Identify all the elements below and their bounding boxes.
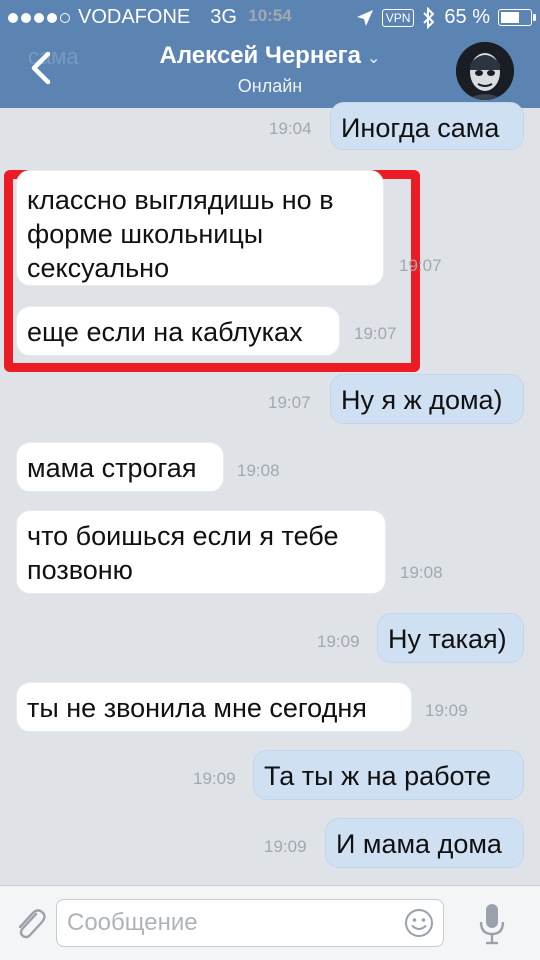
battery-icon	[498, 9, 536, 26]
location-arrow-icon	[356, 9, 373, 26]
avatar-image	[456, 42, 514, 100]
message-bubble-incoming[interactable]: ты не звонила мне сегодня	[16, 682, 412, 732]
message-text: классно выглядишь но в форме школьницы с…	[27, 185, 334, 283]
chat-header: VODAFONE 3G 10:54 VPN 65 % сама Алексей …	[0, 0, 540, 108]
message-text: Та ты ж на работе	[264, 761, 492, 791]
bluetooth-icon	[423, 6, 435, 29]
message-time: 19:07	[268, 393, 311, 412]
message-text: мама строгая	[27, 453, 197, 483]
emoji-button[interactable]	[403, 907, 435, 939]
message-bubble-outgoing[interactable]: Ну такая)	[377, 613, 524, 663]
smiley-icon	[405, 909, 433, 937]
message-input[interactable]	[57, 900, 387, 946]
status-bar: VODAFONE 3G 10:54 VPN 65 %	[0, 0, 540, 36]
chevron-down-icon: ⌄	[367, 50, 381, 67]
paperclip-icon	[18, 909, 46, 939]
message-bubble-incoming[interactable]: что боишься если я тебе позвоню	[16, 510, 386, 594]
message-time: 19:07	[354, 324, 397, 343]
message-bubble-outgoing[interactable]: Та ты ж на работе	[253, 750, 524, 800]
microphone-icon	[479, 904, 505, 945]
vpn-badge: VPN	[381, 8, 415, 27]
attach-button[interactable]	[12, 904, 48, 944]
message-text: что боишься если я тебе позвоню	[27, 521, 339, 585]
message-time: 19:09	[425, 701, 468, 720]
composer-bar	[0, 885, 540, 960]
message-bubble-outgoing[interactable]: И мама дома	[325, 818, 524, 868]
avatar[interactable]	[456, 42, 514, 100]
message-time: 19:09	[193, 769, 236, 788]
message-time: 19:07	[399, 256, 442, 275]
message-text: И мама дома	[336, 829, 502, 859]
message-time: 19:08	[237, 461, 280, 480]
message-text: еще если на каблуках	[27, 317, 303, 347]
message-time: 19:09	[317, 632, 360, 651]
message-list[interactable]: Иногда сама 19:04 классно выглядишь но в…	[0, 102, 540, 885]
message-text: ты не звонила мне сегодня	[27, 693, 367, 723]
message-bubble-incoming[interactable]: мама строгая	[16, 442, 224, 492]
voice-record-button[interactable]	[478, 902, 506, 946]
message-time: 19:08	[400, 563, 443, 582]
message-time: 19:04	[269, 119, 312, 138]
contact-name: Алексей Чернега	[159, 42, 362, 69]
message-bubble-outgoing[interactable]: Ну я ж дома)	[330, 374, 524, 424]
message-field[interactable]	[56, 899, 444, 947]
message-text: Ну такая)	[388, 624, 507, 654]
message-time: 19:09	[264, 837, 307, 856]
message-bubble-incoming[interactable]: классно выглядишь но в форме школьницы с…	[16, 170, 384, 286]
message-text: Ну я ж дома)	[341, 385, 503, 415]
battery-percent: 65 %	[444, 6, 490, 28]
message-text: Иногда сама	[341, 113, 500, 143]
message-bubble-incoming[interactable]: еще если на каблуках	[16, 306, 340, 356]
message-bubble-outgoing[interactable]: Иногда сама	[330, 102, 524, 150]
